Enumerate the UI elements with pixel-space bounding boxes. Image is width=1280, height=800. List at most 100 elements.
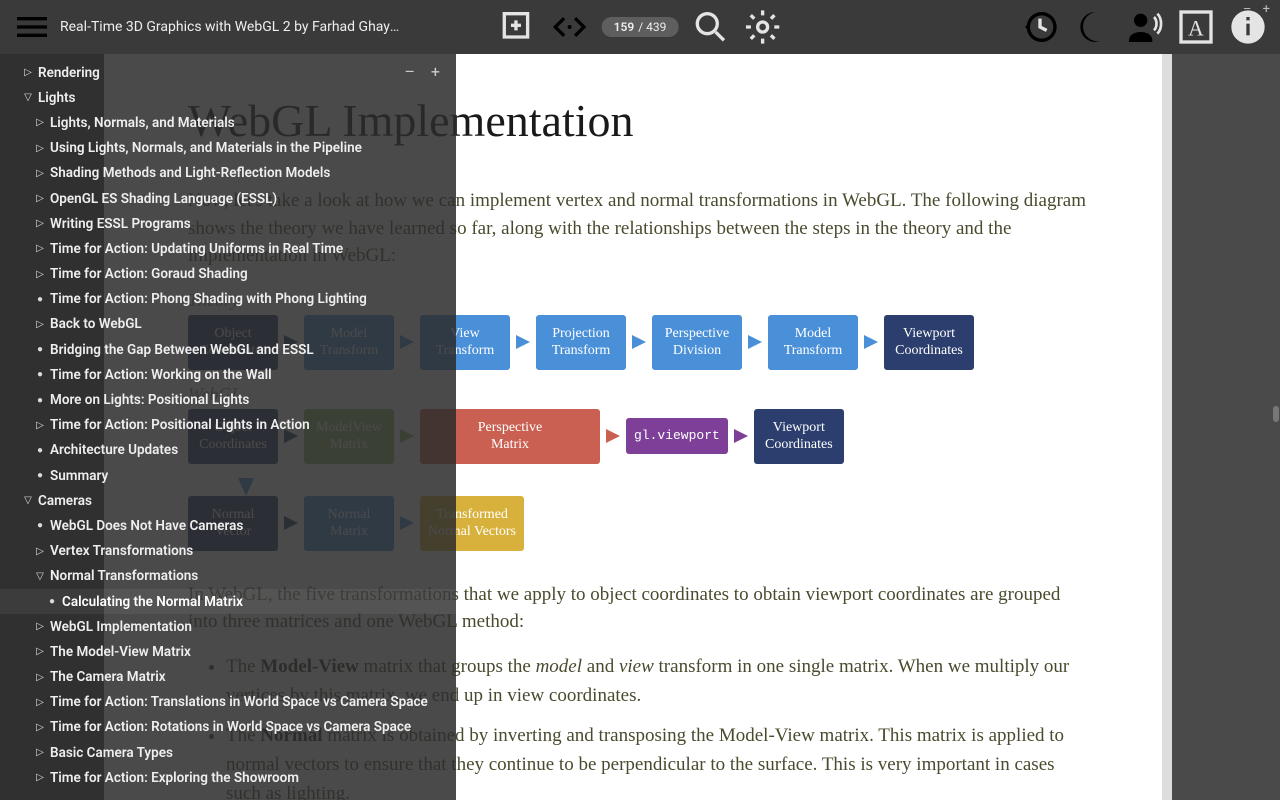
diagram-box: ViewportCoordinates: [884, 315, 974, 370]
toc-label: Rendering: [38, 65, 100, 81]
font-icon[interactable]: A: [1176, 7, 1216, 47]
toc-glyph-icon: ▷: [30, 621, 50, 632]
toc-item[interactable]: ●WebGL Does Not Have Cameras: [0, 513, 456, 538]
arrow-right-icon: [632, 335, 646, 349]
arrow-right-icon: [864, 335, 878, 349]
settings-gear-icon[interactable]: [742, 7, 782, 47]
toc-glyph-icon: ▷: [30, 722, 50, 733]
toc-item[interactable]: ●Time for Action: Working on the Wall: [0, 362, 456, 387]
toc-label: The Model-View Matrix: [50, 644, 191, 660]
toc-label: Vertex Transformations: [50, 543, 193, 559]
toc-glyph-icon: ▽: [18, 92, 38, 103]
toc-item[interactable]: ▷Time for Action: Positional Lights in A…: [0, 413, 456, 438]
toc-glyph-icon: ▷: [30, 646, 50, 657]
arrow-right-icon: [606, 429, 620, 443]
toc-item[interactable]: ▷Rendering: [0, 60, 456, 85]
toc-glyph-icon: ●: [30, 344, 50, 355]
toc-item[interactable]: ▽Cameras: [0, 488, 456, 513]
toc-glyph-icon: ▷: [30, 193, 50, 204]
toc-item[interactable]: ●Architecture Updates: [0, 438, 456, 463]
toc-label: Writing ESSL Programs: [50, 216, 191, 232]
arrow-right-icon: [748, 335, 762, 349]
toc-glyph-icon: ●: [30, 294, 50, 305]
toc-item[interactable]: ▷Time for Action: Goraud Shading: [0, 262, 456, 287]
toc-item[interactable]: ▷Lights, Normals, and Materials: [0, 110, 456, 135]
toc-label: Lights: [38, 90, 76, 106]
svg-text:A: A: [1188, 16, 1204, 40]
toc-item[interactable]: ▷The Model-View Matrix: [0, 639, 456, 664]
toc-glyph-icon: ▷: [30, 117, 50, 128]
toc-label: More on Lights: Positional Lights: [50, 392, 249, 408]
scrollbar-thumb[interactable]: [1273, 406, 1279, 422]
sidebar-collapse-expand[interactable]: – +: [404, 62, 446, 81]
toc-item[interactable]: ▷Time for Action: Rotations in World Spa…: [0, 715, 456, 740]
tts-icon[interactable]: [1124, 7, 1164, 47]
toc-item[interactable]: ▷The Camera Matrix: [0, 665, 456, 690]
toc-label: WebGL Implementation: [50, 619, 192, 635]
toc-label: OpenGL ES Shading Language (ESSL): [50, 191, 277, 207]
window-controls[interactable]: – +: [1243, 2, 1274, 17]
toc-label: Shading Methods and Light-Reflection Mod…: [50, 165, 330, 181]
topbar: Real-Time 3D Graphics with WebGL 2 by Fa…: [0, 0, 1280, 54]
toc-item[interactable]: ▷Shading Methods and Light-Reflection Mo…: [0, 161, 456, 186]
toc-label: Back to WebGL: [50, 316, 142, 332]
toc-item[interactable]: ●Time for Action: Phong Shading with Pho…: [0, 287, 456, 312]
toc-item[interactable]: ▷Writing ESSL Programs: [0, 211, 456, 236]
toc-item[interactable]: ●More on Lights: Positional Lights: [0, 387, 456, 412]
toc-label: Time for Action: Exploring the Showroom: [50, 770, 299, 786]
toc-label: Architecture Updates: [50, 442, 178, 458]
diagram-box: ProjectionTransform: [536, 315, 626, 370]
diagram-box: PerspectiveDivision: [652, 315, 742, 370]
code-icon[interactable]: [550, 7, 590, 47]
toc-label: Time for Action: Translations in World S…: [50, 694, 428, 710]
history-icon[interactable]: [1020, 7, 1060, 47]
toc-item[interactable]: ▽Normal Transformations: [0, 564, 456, 589]
toc-item[interactable]: ▷Using Lights, Normals, and Materials in…: [0, 136, 456, 161]
toc-item[interactable]: ●Calculating the Normal Matrix: [0, 589, 456, 614]
page-total: / 439: [638, 20, 666, 34]
toc-item[interactable]: ▷Time for Action: Translations in World …: [0, 690, 456, 715]
toc-label: Bridging the Gap Between WebGL and ESSL: [50, 342, 314, 358]
toc-item[interactable]: ▷Vertex Transformations: [0, 539, 456, 564]
toc-glyph-icon: ▽: [18, 495, 38, 506]
page-counter[interactable]: 159 / 439: [602, 17, 679, 37]
toc-item[interactable]: ●Summary: [0, 463, 456, 488]
toc-item[interactable]: ▷OpenGL ES Shading Language (ESSL): [0, 186, 456, 211]
toc-glyph-icon: ●: [30, 395, 50, 406]
toc-glyph-icon: ▷: [30, 218, 50, 229]
toc-label: WebGL Does Not Have Cameras: [50, 518, 243, 534]
toc-glyph-icon: ▷: [30, 243, 50, 254]
toc-item[interactable]: ▷WebGL Implementation: [0, 614, 456, 639]
toc-glyph-icon: ●: [42, 596, 62, 607]
arrow-right-icon: [734, 429, 748, 443]
toc-label: Summary: [50, 468, 108, 484]
diagram-box: ModelTransform: [768, 315, 858, 370]
toc-glyph-icon: ▷: [30, 697, 50, 708]
toc-label: Cameras: [38, 493, 92, 509]
toc-item[interactable]: ▷Time for Action: Updating Uniforms in R…: [0, 236, 456, 261]
toc-glyph-icon: ●: [30, 445, 50, 456]
toc-item[interactable]: ▷Basic Camera Types: [0, 740, 456, 765]
night-mode-icon[interactable]: [1072, 7, 1112, 47]
add-box-icon[interactable]: [498, 7, 538, 47]
toc-label: Lights, Normals, and Materials: [50, 115, 235, 131]
toc-label: Time for Action: Positional Lights in Ac…: [50, 417, 310, 433]
menu-icon[interactable]: [12, 7, 52, 47]
toc-glyph-icon: ▷: [30, 420, 50, 431]
toc-label: Time for Action: Phong Shading with Phon…: [50, 291, 367, 307]
toc-item[interactable]: ▷Time for Action: Exploring the Showroom: [0, 765, 456, 790]
toc-label: Using Lights, Normals, and Materials in …: [50, 140, 362, 156]
doc-title: Real-Time 3D Graphics with WebGL 2 by Fa…: [60, 19, 400, 35]
toc-item[interactable]: ▽Lights: [0, 85, 456, 110]
diagram-box: gl.viewport: [626, 418, 728, 454]
toc-sidebar[interactable]: – + ▷Rendering▽Lights▷Lights, Normals, a…: [0, 54, 456, 800]
toc-glyph-icon: ▷: [30, 143, 50, 154]
toc-label: Normal Transformations: [50, 568, 198, 584]
toc-glyph-icon: ▷: [30, 168, 50, 179]
toc-glyph-icon: ▷: [30, 319, 50, 330]
page-current: 159: [614, 20, 635, 34]
toc-glyph-icon: ▷: [30, 269, 50, 280]
toc-item[interactable]: ●Bridging the Gap Between WebGL and ESSL: [0, 337, 456, 362]
search-icon[interactable]: [690, 7, 730, 47]
toc-item[interactable]: ▷Back to WebGL: [0, 312, 456, 337]
